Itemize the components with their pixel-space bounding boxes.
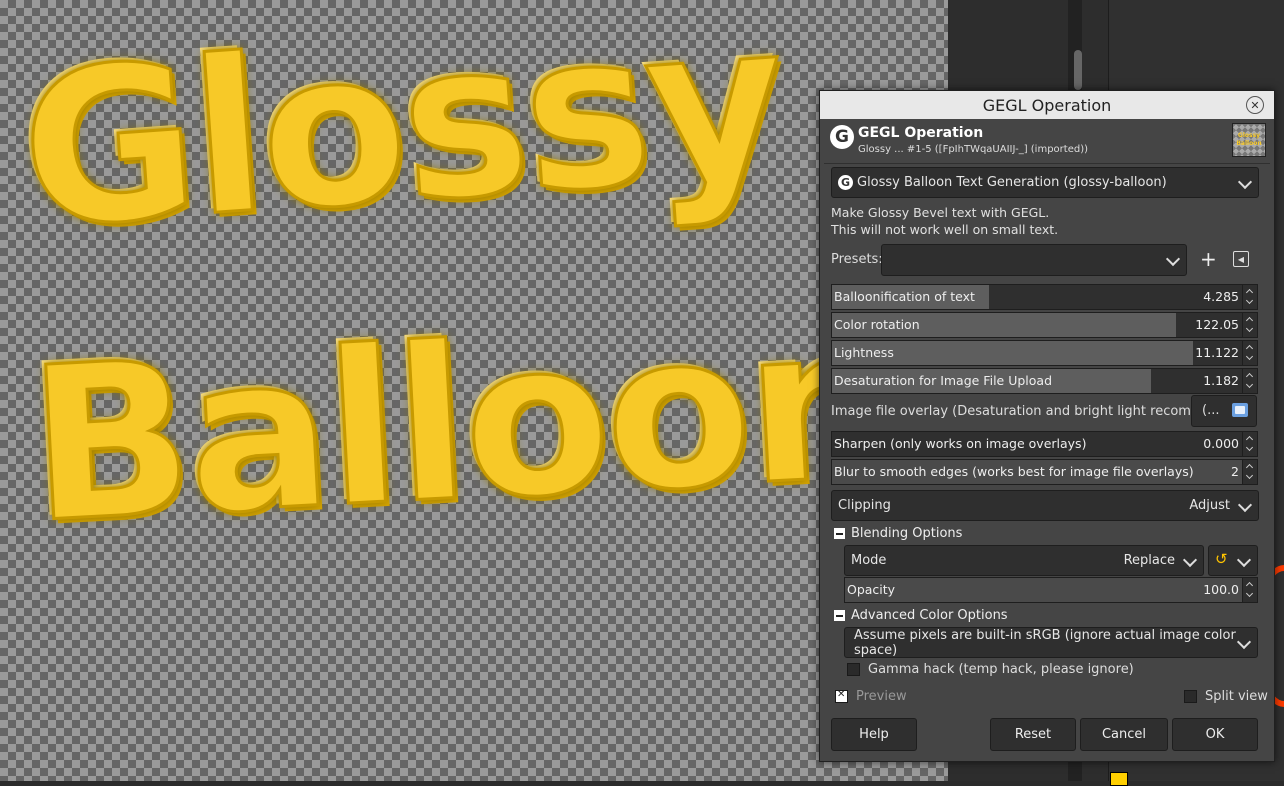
spin-label: Color rotation: [834, 317, 920, 332]
spin-label: Balloonification of text: [834, 289, 975, 304]
spin-value: 0.000: [1203, 436, 1239, 451]
dialog-header: G GEGL Operation Glossy ... #1-5 ([FpIhT…: [828, 123, 1266, 159]
checkbox-icon[interactable]: [847, 663, 860, 676]
clipping-select[interactable]: Clipping Adjust: [831, 490, 1259, 521]
advanced-color-options-label: Advanced Color Options: [851, 608, 1008, 623]
presets-select[interactable]: [881, 244, 1187, 276]
split-view-checkbox[interactable]: Split view: [1184, 689, 1268, 704]
image-thumbnail: Glossy Balloon: [1232, 123, 1266, 157]
spin-arrows-icon[interactable]: [1242, 578, 1257, 602]
clipping-label: Clipping: [838, 498, 891, 513]
minus-icon: [834, 528, 845, 539]
spin-arrows-icon[interactable]: [1242, 432, 1257, 456]
gegl-logo-icon: G: [830, 125, 854, 149]
gamma-hack-label: Gamma hack (temp hack, please ignore): [868, 662, 1134, 677]
spin-blur[interactable]: Blur to smooth edges (works best for ima…: [831, 459, 1258, 485]
ok-button[interactable]: OK: [1172, 718, 1258, 751]
gamma-hack-checkbox[interactable]: Gamma hack (temp hack, please ignore): [847, 662, 1134, 677]
presets-label: Presets:: [831, 252, 883, 267]
checkbox-icon[interactable]: [1184, 690, 1197, 703]
canvas-text-balloon: Balloon: [23, 276, 902, 571]
chevron-down-icon: [1165, 251, 1181, 267]
gegl-operation-dialog: GEGL Operation ✕ G GEGL Operation Glossy…: [819, 90, 1275, 762]
preview-label: Preview: [856, 689, 907, 704]
gegl-logo-icon: G: [838, 175, 853, 190]
spin-color-rotation[interactable]: Color rotation 122.05: [831, 312, 1258, 338]
add-preset-icon[interactable]: +: [1200, 249, 1217, 269]
clipping-value: Adjust: [1189, 498, 1230, 513]
description-line: This will not work well on small text.: [831, 222, 1059, 237]
chevron-down-icon: [1237, 174, 1253, 189]
folder-icon: [1232, 403, 1248, 417]
blending-options-toggle[interactable]: Blending Options: [834, 526, 962, 541]
presets-menu-icon[interactable]: ◀: [1233, 251, 1249, 267]
blending-options-label: Blending Options: [851, 526, 963, 541]
spin-opacity[interactable]: Opacity 100.0: [844, 577, 1258, 603]
spin-arrows-icon[interactable]: [1242, 341, 1257, 365]
operation-select[interactable]: G Glossy Balloon Text Generation (glossy…: [831, 167, 1259, 198]
cancel-button[interactable]: Cancel: [1080, 718, 1168, 751]
checkbox-icon[interactable]: [835, 689, 848, 703]
spin-arrows-icon[interactable]: [1242, 369, 1257, 393]
operation-select-value: Glossy Balloon Text Generation (glossy-b…: [857, 175, 1167, 190]
spin-value: 4.285: [1203, 289, 1239, 304]
dock-scrollbar[interactable]: [1074, 50, 1082, 90]
chevron-down-icon: [1182, 552, 1198, 567]
spin-value: 1.182: [1203, 373, 1239, 388]
spin-label: Blur to smooth edges (works best for ima…: [834, 464, 1194, 479]
spin-lightness[interactable]: Lightness 11.122: [831, 340, 1258, 366]
close-icon[interactable]: ✕: [1246, 96, 1264, 114]
advanced-color-options-toggle[interactable]: Advanced Color Options: [834, 608, 1008, 623]
image-file-chooser-button[interactable]: (...: [1191, 395, 1257, 427]
chevron-down-icon: [1236, 552, 1252, 567]
file-chooser-text: (...: [1202, 403, 1220, 418]
overlay-label: Image file overlay (Desaturation and bri…: [831, 404, 1250, 419]
header-title: GEGL Operation: [858, 125, 984, 141]
spin-arrows-icon[interactable]: [1242, 285, 1257, 309]
preview-checkbox[interactable]: Preview: [835, 689, 907, 704]
composite-mode-button[interactable]: ↺: [1208, 545, 1258, 576]
thumbnail-text: Glossy Balloon: [1236, 132, 1262, 147]
color-space-value: Assume pixels are built-in sRGB (ignore …: [854, 627, 1236, 658]
spin-balloonification[interactable]: Balloonification of text 4.285: [831, 284, 1258, 310]
chevron-down-icon: [1237, 497, 1253, 512]
reset-button[interactable]: Reset: [990, 718, 1076, 751]
spin-sharpen[interactable]: Sharpen (only works on image overlays) 0…: [831, 431, 1258, 457]
minus-icon: [834, 610, 845, 621]
spin-value: 11.122: [1195, 345, 1239, 360]
spin-desaturation[interactable]: Desaturation for Image File Upload 1.182: [831, 368, 1258, 394]
spin-label: Desaturation for Image File Upload: [834, 373, 1052, 388]
mode-select[interactable]: Mode Replace: [844, 545, 1204, 576]
reset-icon: ↺: [1215, 550, 1228, 568]
color-space-select[interactable]: Assume pixels are built-in sRGB (ignore …: [844, 627, 1258, 658]
spin-label: Sharpen (only works on image overlays): [834, 436, 1087, 451]
mode-label: Mode: [851, 553, 887, 568]
dialog-window-title: GEGL Operation: [982, 95, 1112, 115]
canvas-text-glossy: Glossy: [13, 0, 790, 277]
spin-arrows-icon[interactable]: [1242, 460, 1257, 484]
description-line: Make Glossy Bevel text with GEGL.: [831, 205, 1050, 220]
image-canvas[interactable]: Glossy Balloon: [0, 0, 948, 781]
spin-value: 2: [1231, 464, 1239, 479]
split-view-label: Split view: [1205, 689, 1268, 704]
spin-value: 122.05: [1195, 317, 1239, 332]
help-button[interactable]: Help: [831, 718, 917, 751]
header-subtitle: Glossy ... #1-5 ([FpIhTWqaUAIIJ-_] (impo…: [858, 144, 1088, 155]
divider: [824, 163, 1270, 164]
mode-value: Replace: [1123, 553, 1175, 568]
dialog-titlebar[interactable]: GEGL Operation ✕: [820, 91, 1274, 119]
spin-arrows-icon[interactable]: [1242, 313, 1257, 337]
operation-description: Make Glossy Bevel text with GEGL. This w…: [831, 204, 1058, 238]
foreground-color-swatch[interactable]: [1110, 772, 1128, 786]
spin-value: 100.0: [1203, 582, 1239, 597]
spin-label: Opacity: [847, 582, 896, 597]
spin-label: Lightness: [834, 345, 894, 360]
